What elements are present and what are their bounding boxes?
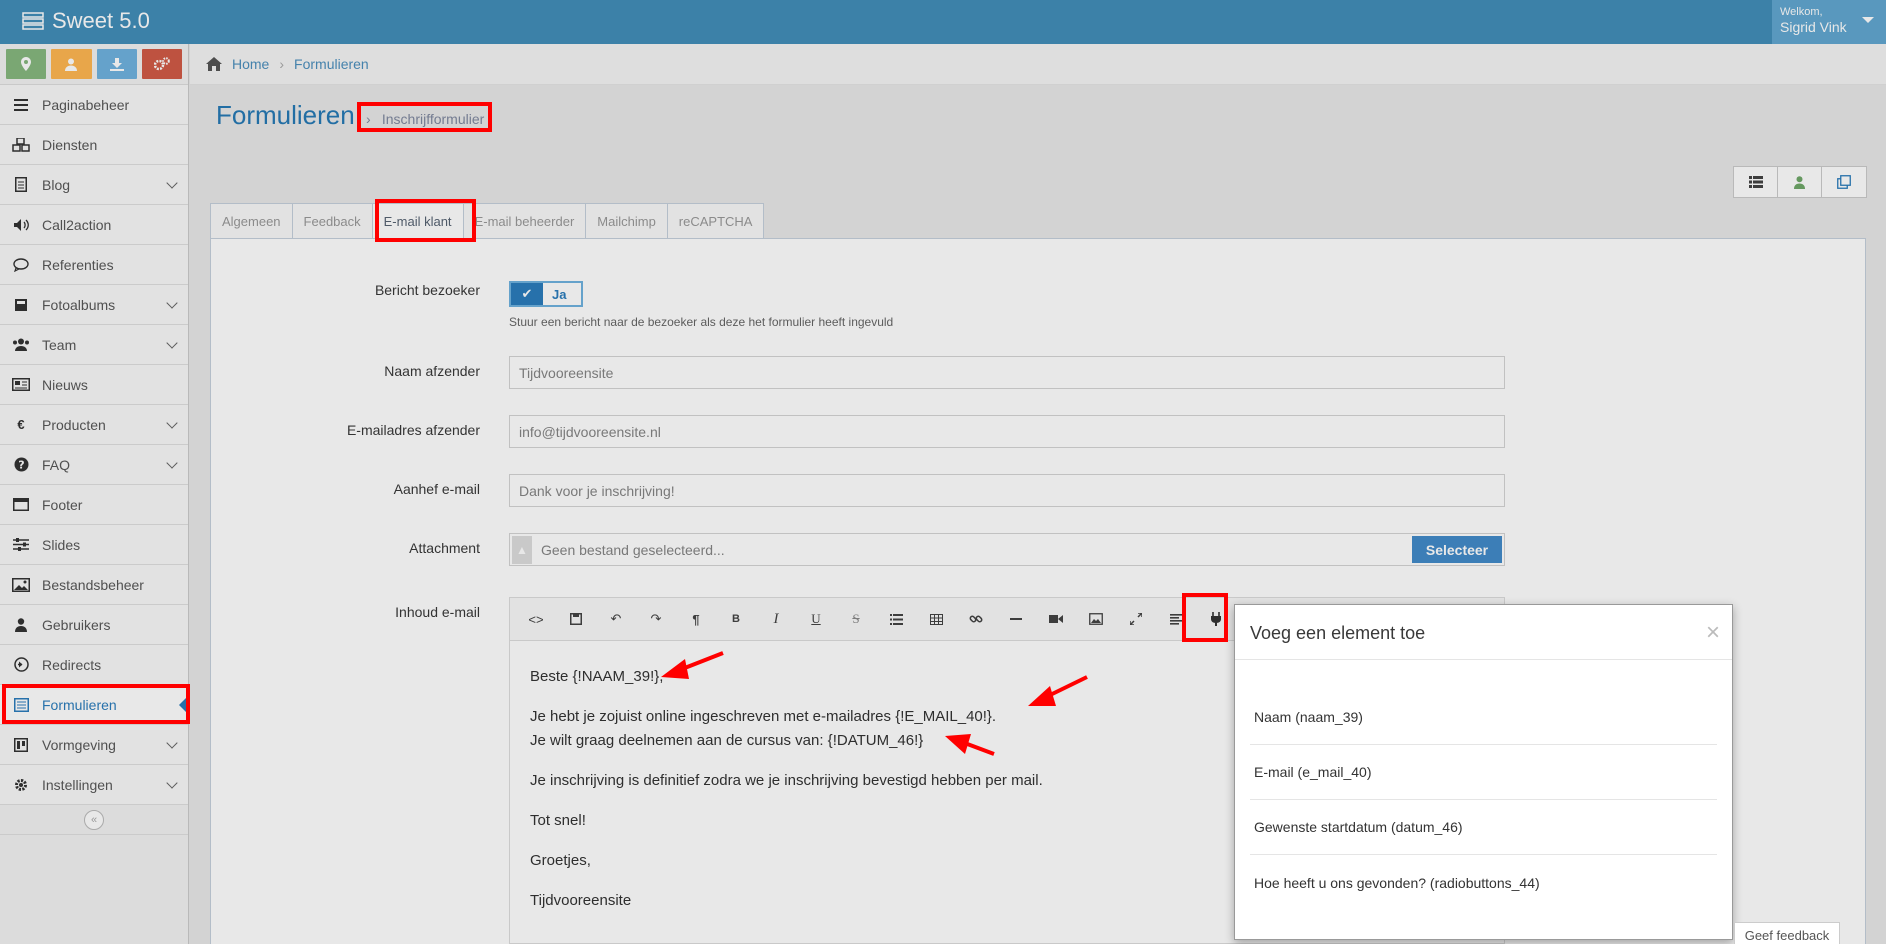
- close-icon[interactable]: ×: [1706, 619, 1720, 647]
- feedback-button[interactable]: Geef feedback: [1734, 922, 1840, 944]
- annotation-box-tab: [375, 199, 476, 242]
- modal-item-email[interactable]: E-mail (e_mail_40): [1250, 745, 1717, 800]
- modal-title: Voeg een element toe: [1250, 623, 1426, 643]
- modal-item-naam[interactable]: Naam (naam_39): [1250, 690, 1717, 745]
- modal-element-list: Naam (naam_39) E-mail (e_mail_40) Gewens…: [1235, 660, 1732, 910]
- annotation-arrow: [945, 734, 995, 756]
- annotation-arrow: [661, 651, 724, 679]
- modal-header: Voeg een element toe ×: [1235, 605, 1732, 660]
- add-element-modal: Voeg een element toe × Naam (naam_39) E-…: [1234, 604, 1733, 940]
- annotation-arrow: [1028, 675, 1088, 706]
- modal-item-gevonden[interactable]: Hoe heeft u ons gevonden? (radiobuttons_…: [1250, 855, 1717, 910]
- annotation-box-subtitle: [357, 102, 492, 132]
- annotation-box-plugin: [1182, 593, 1228, 642]
- annotation-box-sidebar: [2, 684, 190, 724]
- modal-item-startdatum[interactable]: Gewenste startdatum (datum_46): [1250, 800, 1717, 855]
